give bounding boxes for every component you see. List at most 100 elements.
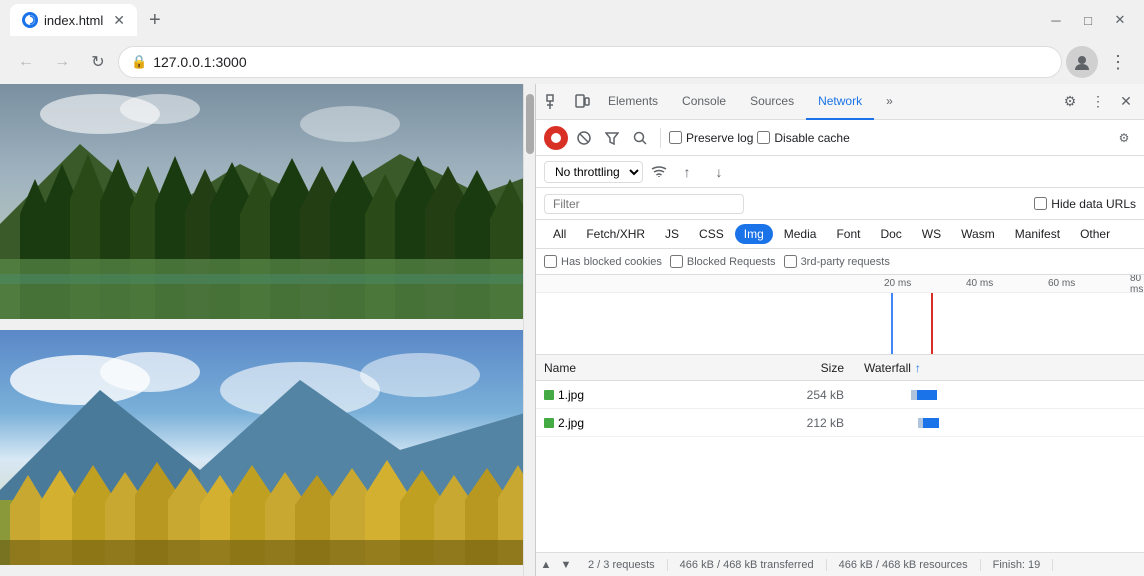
tab-network[interactable]: Network xyxy=(806,84,874,120)
browser-menu-button[interactable]: ⋮ xyxy=(1102,46,1134,78)
status-resources: 466 kB / 468 kB resources xyxy=(827,559,981,571)
tab-close-icon[interactable]: ✕ xyxy=(113,12,125,29)
wifi-icon[interactable] xyxy=(651,164,667,180)
file-icon xyxy=(544,390,554,400)
image-top xyxy=(0,84,535,330)
devtools-close-icon[interactable]: ✕ xyxy=(1112,88,1140,116)
forward-button[interactable]: → xyxy=(46,46,78,78)
waterfall-timeline: 20 ms 40 ms 60 ms 80 ms xyxy=(536,275,1144,355)
reload-button[interactable]: ↻ xyxy=(82,46,114,78)
th-waterfall[interactable]: Waterfall ↑ xyxy=(856,361,1144,375)
table-row[interactable]: 1.jpg 254 kB xyxy=(536,381,1144,409)
profile-button[interactable] xyxy=(1066,46,1098,78)
hide-data-urls-checkbox[interactable]: Hide data URLs xyxy=(1034,197,1136,211)
blocked-requests-checkbox[interactable]: Blocked Requests xyxy=(670,255,776,268)
type-btn-font[interactable]: Font xyxy=(827,224,869,244)
disable-cache-checkbox[interactable]: Disable cache xyxy=(757,131,849,145)
table-row[interactable]: 2.jpg 212 kB xyxy=(536,409,1144,437)
forest-scene xyxy=(0,84,535,319)
scroll-up-btn[interactable]: ▲ xyxy=(536,555,556,575)
devtools-settings-icon[interactable]: ⚙ xyxy=(1056,88,1084,116)
close-button[interactable]: ✕ xyxy=(1106,6,1134,34)
td-waterfall-1 xyxy=(856,381,1144,408)
webpage-scrollbar[interactable] xyxy=(523,84,535,576)
devtools-panel: Elements Console Sources Network » ⚙ ⋮ ✕ xyxy=(535,84,1144,576)
type-btn-ws[interactable]: WS xyxy=(913,224,950,244)
restore-button[interactable]: □ xyxy=(1074,6,1102,34)
upload-icon[interactable]: ↑ xyxy=(675,160,699,184)
tab-elements[interactable]: Elements xyxy=(596,84,670,120)
network-toolbar: Preserve log Disable cache ⚙ xyxy=(536,120,1144,156)
nav-bar: ← → ↻ 🔒 ⋮ xyxy=(0,40,1144,84)
blocked-cookies-label: Has blocked cookies xyxy=(561,256,662,268)
clear-button[interactable] xyxy=(572,126,596,150)
status-transferred: 466 kB / 468 kB transferred xyxy=(668,559,827,571)
devtools-device-icon[interactable] xyxy=(568,88,596,116)
new-tab-button[interactable]: + xyxy=(141,9,169,32)
lock-icon: 🔒 xyxy=(131,54,147,70)
load-line xyxy=(931,293,933,355)
tab-console[interactable]: Console xyxy=(670,84,738,120)
type-filter-bar: All Fetch/XHR JS CSS Img Media Font Doc … xyxy=(536,220,1144,249)
th-name[interactable]: Name xyxy=(536,361,736,375)
blocked-cookies-checkbox[interactable]: Has blocked cookies xyxy=(544,255,662,268)
search-network-button[interactable] xyxy=(628,126,652,150)
type-btn-js[interactable]: JS xyxy=(656,224,688,244)
th-size[interactable]: Size xyxy=(736,361,856,375)
file-icon-2 xyxy=(544,418,554,428)
address-input[interactable] xyxy=(153,54,1049,70)
third-party-checkbox[interactable]: 3rd-party requests xyxy=(784,255,890,268)
tab-sources[interactable]: Sources xyxy=(738,84,806,120)
devtools-inspect-icon[interactable] xyxy=(540,88,568,116)
devtools-options-icon[interactable]: ⋮ xyxy=(1084,88,1112,116)
preserve-log-checkbox[interactable]: Preserve log xyxy=(669,131,753,145)
address-bar[interactable]: 🔒 xyxy=(118,46,1062,78)
minimize-button[interactable]: ─ xyxy=(1042,6,1070,34)
filter-input[interactable] xyxy=(544,194,744,214)
filter-button[interactable] xyxy=(600,126,624,150)
network-settings-icon[interactable]: ⚙ xyxy=(1112,126,1136,150)
status-finish: Finish: 19 xyxy=(981,559,1054,571)
type-btn-fetchxhr[interactable]: Fetch/XHR xyxy=(577,224,654,244)
type-btn-css[interactable]: CSS xyxy=(690,224,733,244)
dom-content-line xyxy=(891,293,893,355)
record-button[interactable] xyxy=(544,126,568,150)
type-btn-img[interactable]: Img xyxy=(735,224,773,244)
wf-marker-60: 60 ms xyxy=(1048,278,1075,289)
back-button[interactable]: ← xyxy=(10,46,42,78)
type-btn-all[interactable]: All xyxy=(544,224,575,244)
type-btn-wasm[interactable]: Wasm xyxy=(952,224,1004,244)
blocked-requests-label: Blocked Requests xyxy=(687,256,776,268)
hide-data-urls-label: Hide data URLs xyxy=(1051,197,1136,211)
scroll-down-btn[interactable]: ▼ xyxy=(556,555,576,575)
webpage-content xyxy=(0,84,535,576)
download-icon[interactable]: ↓ xyxy=(707,160,731,184)
third-party-label: 3rd-party requests xyxy=(801,256,890,268)
filename-2: 2.jpg xyxy=(558,416,584,430)
status-bar: ▲ ▼ 2 / 3 requests 466 kB / 468 kB trans… xyxy=(536,552,1144,576)
table-header-row: Name Size Waterfall ↑ xyxy=(536,355,1144,381)
td-name: 1.jpg xyxy=(536,388,736,402)
filename-1: 1.jpg xyxy=(558,388,584,402)
type-btn-other[interactable]: Other xyxy=(1071,224,1119,244)
type-btn-doc[interactable]: Doc xyxy=(871,224,910,244)
type-btn-manifest[interactable]: Manifest xyxy=(1006,224,1069,244)
tab-title: index.html xyxy=(44,13,103,28)
browser-tab[interactable]: index.html ✕ xyxy=(10,4,137,36)
preserve-log-label: Preserve log xyxy=(686,131,753,145)
extra-filter-bar: Has blocked cookies Blocked Requests 3rd… xyxy=(536,249,1144,275)
tab-favicon xyxy=(22,12,38,28)
title-bar: index.html ✕ + ─ □ ✕ xyxy=(0,0,1144,40)
td-name: 2.jpg xyxy=(536,416,736,430)
type-btn-media[interactable]: Media xyxy=(775,224,826,244)
throttle-select[interactable]: No throttling xyxy=(544,161,643,183)
wf-marker-40: 40 ms xyxy=(966,278,993,289)
filter-bar: Hide data URLs xyxy=(536,188,1144,220)
td-size-2: 212 kB xyxy=(736,416,856,430)
td-waterfall-2 xyxy=(856,409,1144,436)
browser-window: index.html ✕ + ─ □ ✕ ← → ↻ 🔒 ⋮ xyxy=(0,0,1144,576)
status-requests: 2 / 3 requests xyxy=(576,559,668,571)
toolbar-separator-1 xyxy=(660,128,661,148)
wf-marker-20: 20 ms xyxy=(884,278,911,289)
tab-more-icon[interactable]: » xyxy=(874,84,905,120)
